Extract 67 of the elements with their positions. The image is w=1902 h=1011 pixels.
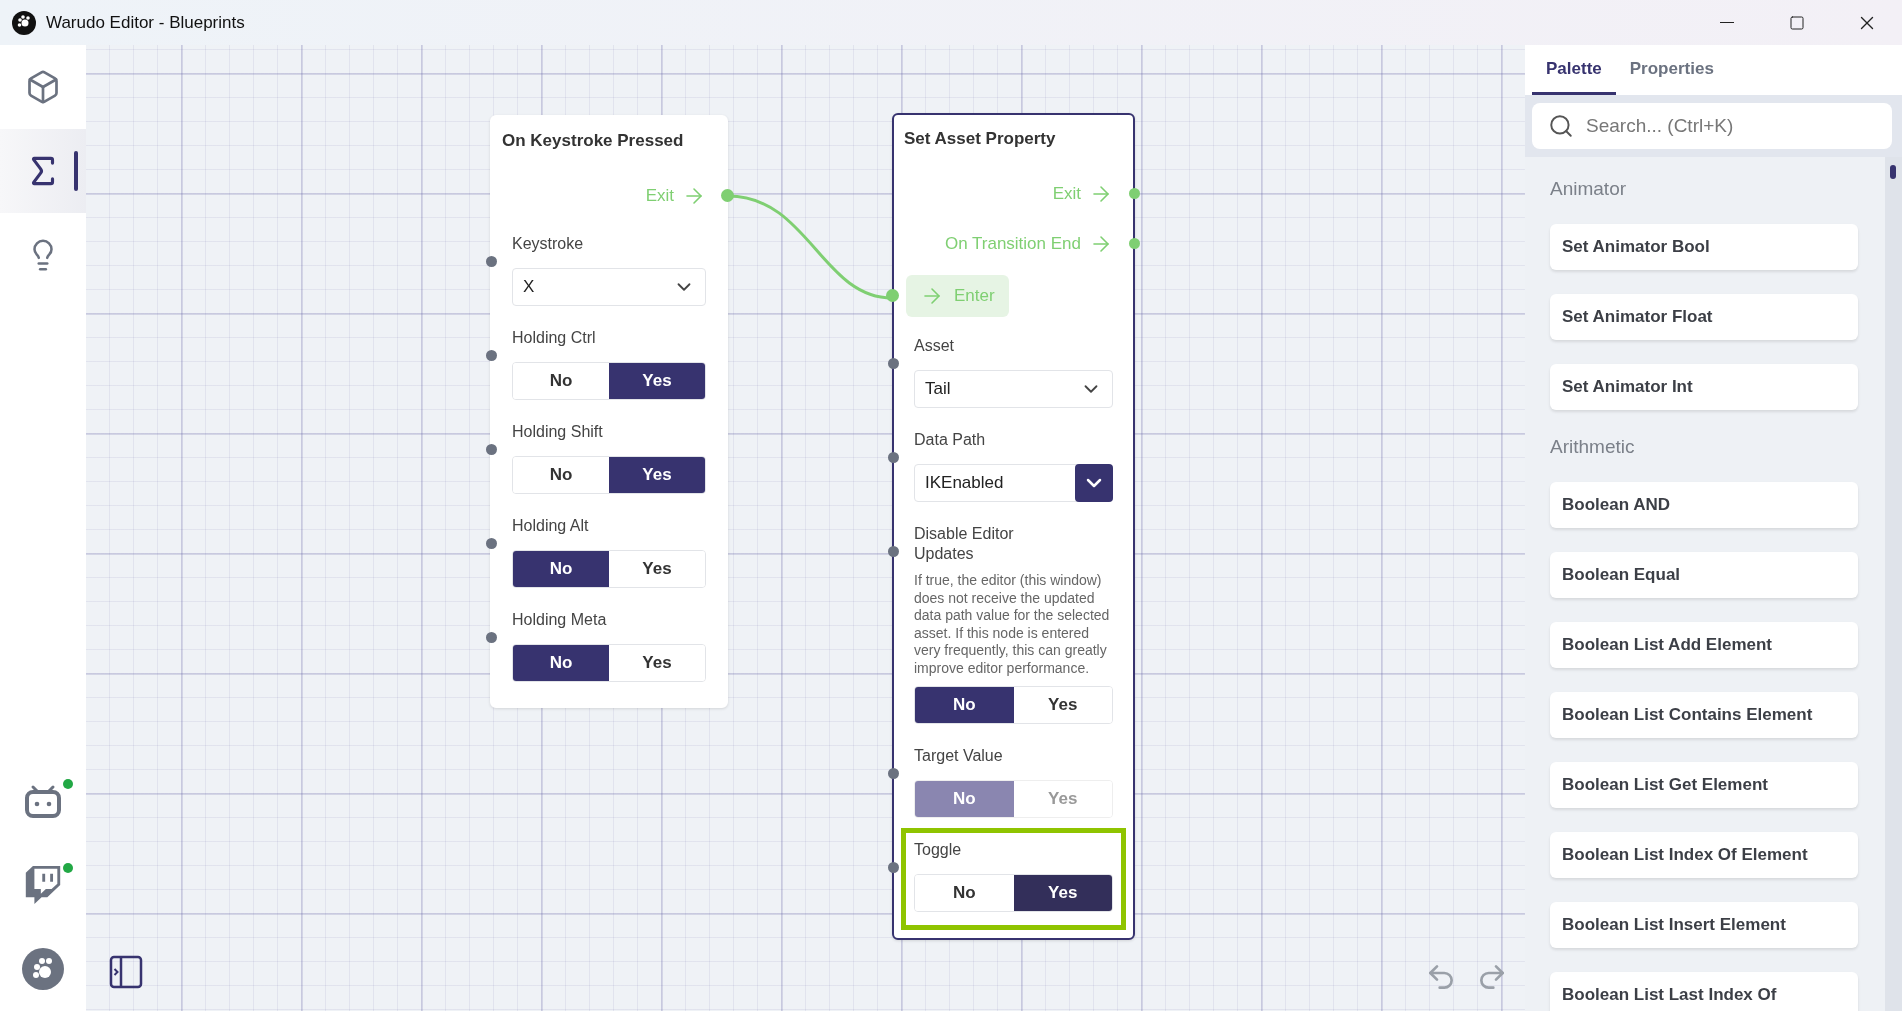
- dropdown-field[interactable]: X: [512, 268, 706, 306]
- panel-tab[interactable]: Properties: [1615, 45, 1728, 95]
- palette-item[interactable]: Boolean AND: [1550, 482, 1858, 528]
- toggle-option[interactable]: No: [513, 551, 609, 587]
- search-field[interactable]: Search... (Ctrl+K): [1532, 103, 1892, 149]
- field-label: Disable Editor Updates: [914, 524, 1015, 564]
- palette-item[interactable]: Boolean List Get Element: [1550, 762, 1858, 808]
- toggle-option[interactable]: No: [513, 645, 609, 681]
- toggle-option[interactable]: Yes: [609, 457, 705, 493]
- palette-item[interactable]: Boolean List Last Index Of: [1550, 972, 1858, 1011]
- field-label: Toggle: [914, 839, 963, 860]
- input-pin[interactable]: [887, 452, 899, 463]
- palette-item[interactable]: Boolean Equal: [1550, 552, 1858, 598]
- field-label: Target Value: [914, 745, 1004, 766]
- field-label: Holding Ctrl: [512, 328, 597, 348]
- input-pin[interactable]: [485, 350, 497, 361]
- minimize-icon: [1720, 21, 1734, 24]
- node-title: On Keystroke Pressed: [501, 130, 685, 152]
- speech-bubble-icon: [24, 866, 62, 904]
- tv-icon: [24, 784, 62, 818]
- palette-item[interactable]: Set Animator Bool: [1550, 224, 1858, 270]
- cube-icon: [25, 69, 61, 105]
- paw-logo-icon: [21, 947, 65, 991]
- palette-item[interactable]: Set Animator Float: [1550, 294, 1858, 340]
- field-label: Holding Shift: [512, 422, 604, 442]
- maximize-icon: [1789, 14, 1805, 31]
- output-label: Exit: [645, 186, 674, 206]
- field-label: Data Path: [914, 430, 987, 450]
- palette-item[interactable]: Boolean List Index Of Element: [1550, 832, 1858, 878]
- input-pin[interactable]: [885, 289, 899, 302]
- dropdown-button[interactable]: [1075, 464, 1113, 502]
- input-label: Enter: [954, 286, 995, 306]
- palette-item[interactable]: Set Animator Int: [1550, 364, 1858, 410]
- app-logo-icon: [12, 10, 36, 35]
- input-pin[interactable]: [887, 767, 899, 779]
- node-card[interactable]: [886, 113, 1141, 940]
- input-pin[interactable]: [485, 632, 497, 643]
- search-icon: [1548, 113, 1574, 139]
- section-heading: Animator: [1550, 177, 1628, 201]
- field-label: Holding Meta: [512, 610, 608, 630]
- toggle-option[interactable]: No: [915, 686, 1014, 723]
- scrollbar[interactable]: [1885, 157, 1902, 1011]
- sidebar-item[interactable]: [0, 129, 86, 213]
- field-label: Keystroke: [512, 234, 585, 254]
- output-label: On Transition End: [944, 234, 1081, 254]
- toggle-option[interactable]: Yes: [1013, 874, 1112, 911]
- dropdown-field[interactable]: IKEnabled: [914, 464, 1113, 502]
- output-label: Exit: [1052, 184, 1081, 204]
- dropdown-field[interactable]: Tail: [914, 370, 1113, 408]
- toggle-option[interactable]: Yes: [609, 363, 705, 399]
- input-pin[interactable]: [485, 444, 497, 455]
- section-heading: Arithmetic: [1550, 435, 1636, 459]
- field-label: Holding Alt: [512, 516, 590, 536]
- panel-tab[interactable]: Palette: [1532, 45, 1616, 95]
- node-card[interactable]: On Keystroke Pressed Exit Keystroke X Holding Ctrl No Yes Holding Shift No Yes Holding Alt No Yes Holding Meta No Yes: [484, 115, 734, 708]
- input-pin[interactable]: [485, 538, 497, 549]
- input-pin[interactable]: [485, 256, 497, 267]
- palette-item[interactable]: Boolean List Add Element: [1550, 622, 1858, 668]
- field-label: Asset: [914, 336, 955, 356]
- input-pin[interactable]: [887, 358, 899, 369]
- field-description: If true, the editor (this window) does not receive the updated data path value for the selected asset. If this node is entered very frequently, this can greatly improve editor performance.: [914, 572, 1111, 678]
- window-title: Warudo Editor - Blueprints: [46, 12, 246, 33]
- palette-item[interactable]: Boolean List Contains Element: [1550, 692, 1858, 738]
- node-title: Set Asset Property: [903, 128, 1057, 150]
- palette-item[interactable]: Boolean List Insert Element: [1550, 902, 1858, 948]
- input-pin[interactable]: [887, 861, 899, 873]
- input-pin[interactable]: [887, 546, 899, 557]
